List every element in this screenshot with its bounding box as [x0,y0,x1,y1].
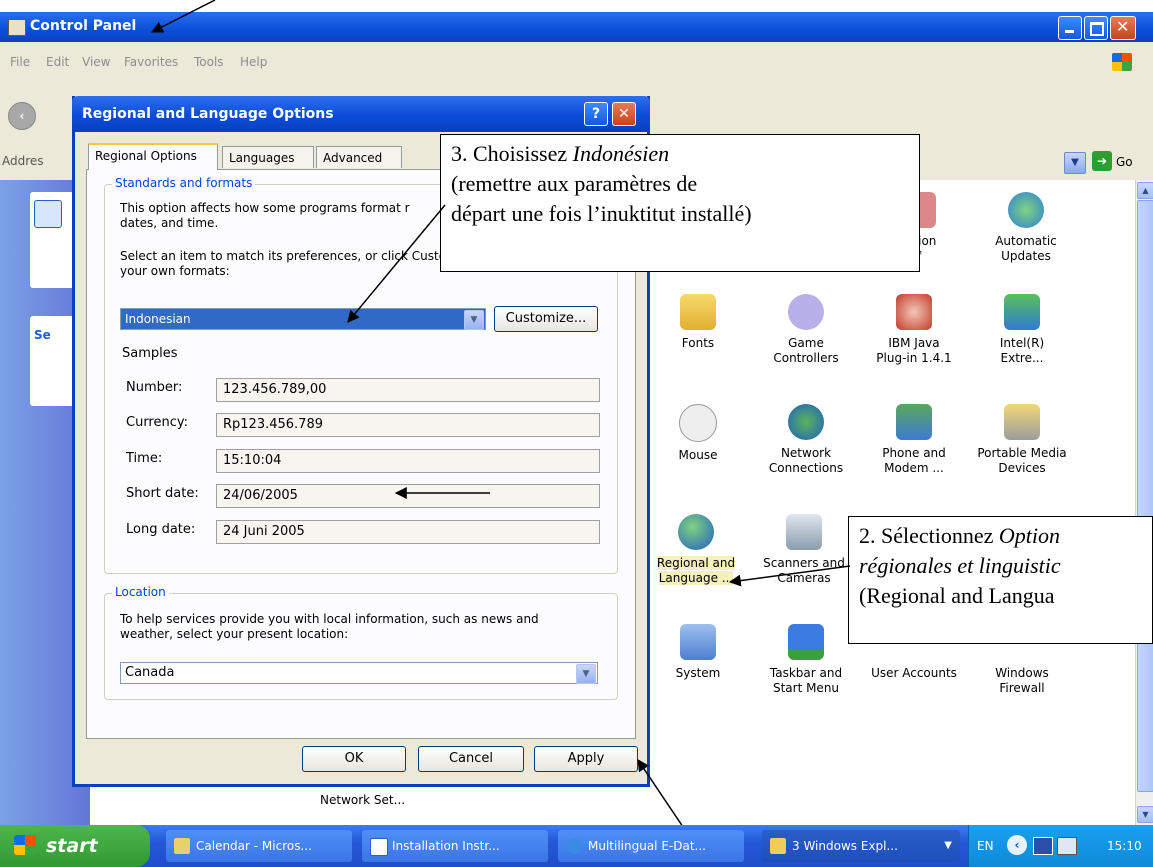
clock: 15:10 [1107,839,1142,853]
tray-expand-icon[interactable]: ‹ [1007,835,1027,855]
tray-monitor-icon[interactable] [1033,837,1053,855]
task-multilingual[interactable]: Multilingual E-Dat... [558,830,744,862]
arrow-to-regional-icon [728,565,851,587]
task-label: Calendar - Micros... [196,839,312,853]
tab-regional-options[interactable]: Regional Options [88,143,218,170]
arrow-to-indonesian [347,204,446,323]
word-icon [370,838,388,856]
task-calendar[interactable]: Calendar - Micros... [166,830,352,862]
ie-icon [566,838,582,854]
task-label: 3 Windows Expl... [792,839,898,853]
taskbar: start Calendar - Micros... Installation … [0,825,1153,867]
start-label: start [46,835,98,857]
task-installation[interactable]: Installation Instr... [362,830,548,862]
chevron-down-icon: ▼ [944,840,952,851]
tray-network-icon[interactable] [1057,837,1077,855]
task-windows-explorer[interactable]: 3 Windows Expl... ▼ [762,830,960,862]
calendar-icon [174,838,190,854]
language-indicator[interactable]: EN [977,839,994,853]
annotation-arrows [150,0,851,867]
task-label: Installation Instr... [392,839,500,853]
folder-icon [770,838,786,854]
system-tray: EN ‹ 15:10 [968,825,1153,867]
task-label: Multilingual E-Dat... [588,839,706,853]
arrow-to-title [150,0,216,33]
start-button[interactable]: start [0,825,150,867]
